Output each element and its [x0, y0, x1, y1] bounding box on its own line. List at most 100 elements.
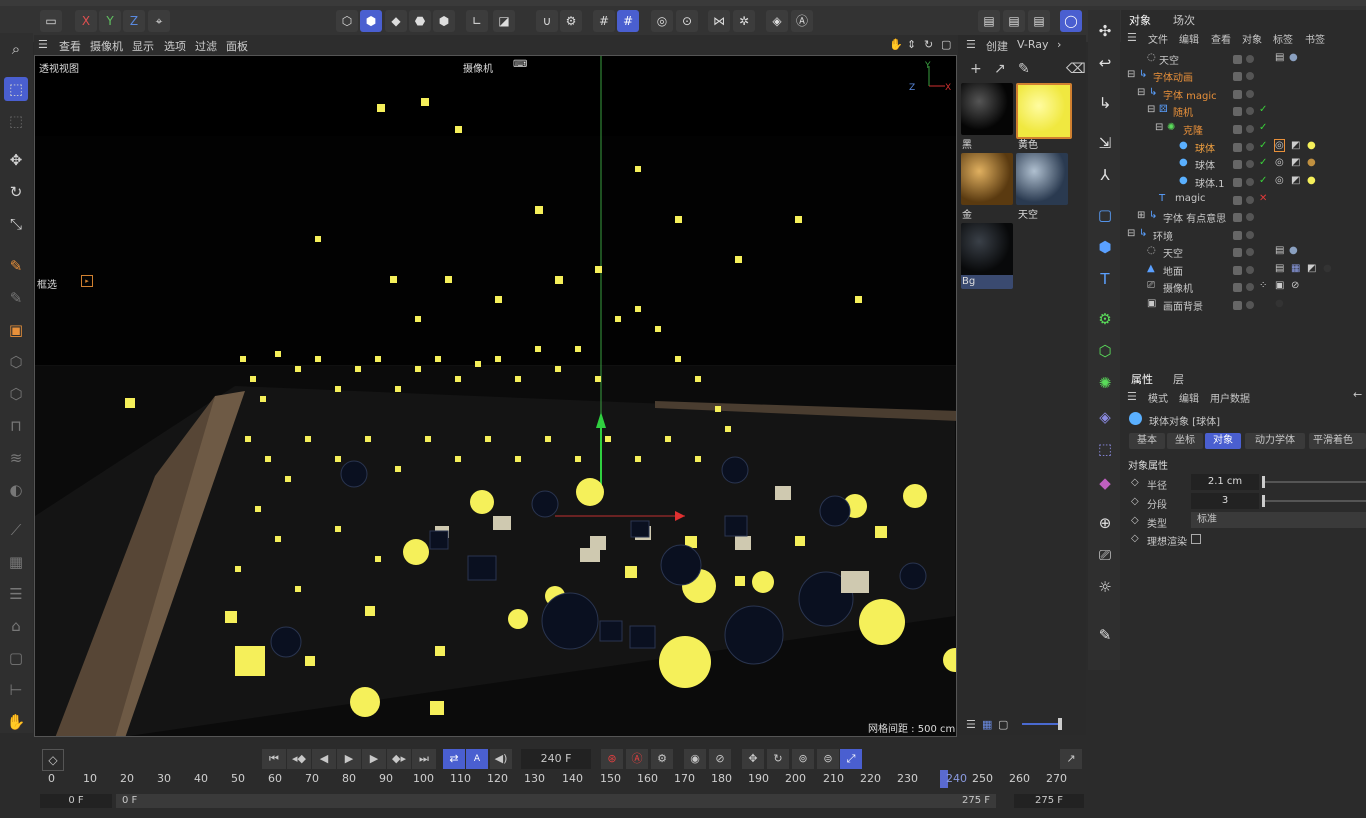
poly-mode-icon[interactable]: ⬢ [433, 10, 455, 32]
fps-icon[interactable]: A [466, 749, 488, 769]
cube-icon[interactable]: ⬡ [4, 350, 28, 374]
visibility-toggle[interactable] [1233, 248, 1242, 257]
pla-key-icon[interactable]: ⤢ [840, 749, 862, 769]
object-row[interactable]: T magic ✕ [1121, 191, 1366, 208]
grid-view-icon[interactable]: ▦ [982, 718, 992, 731]
phong-tag-icon[interactable]: ◎ [1274, 139, 1285, 152]
clapper-tag-icon[interactable]: ▤ [1275, 263, 1284, 274]
param-key-icon[interactable]: ⊜ [817, 749, 839, 769]
zoom-slider[interactable] [1022, 723, 1060, 725]
object-row[interactable]: ▣ 画面背景 ● [1121, 296, 1366, 313]
tab-object[interactable]: 对象 [1205, 433, 1241, 449]
diamond-icon[interactable]: ◇ [1131, 496, 1139, 507]
live-select-icon[interactable]: ⬚ [4, 109, 28, 133]
axis-y-toggle[interactable]: Y [99, 10, 121, 32]
effector-icon[interactable]: ✲ [733, 10, 755, 32]
film-icon[interactable]: ▭ [40, 10, 62, 32]
timeline-ruler[interactable]: 0 10 20 30 40 50 60 70 80 90 100 110 120… [34, 770, 1086, 794]
magnet-icon[interactable]: ∪ [536, 10, 558, 32]
loop-icon[interactable]: ⇄ [443, 749, 465, 769]
large-view-icon[interactable]: ▢ [998, 718, 1008, 731]
render-dot[interactable] [1246, 266, 1254, 274]
segments-field[interactable]: 3 [1191, 493, 1259, 509]
model-mode-icon[interactable]: ⬡ [336, 10, 358, 32]
visibility-toggle[interactable] [1233, 196, 1242, 205]
tab-smoothing[interactable]: 平滑着色 [1309, 433, 1366, 449]
uv-tag-icon[interactable]: ◩ [1291, 175, 1300, 186]
grid-snap-icon[interactable]: # [593, 10, 615, 32]
material-tag-icon[interactable]: ● [1307, 140, 1316, 151]
select-tool-icon[interactable]: ⬚ [4, 77, 28, 101]
next-key-icon[interactable]: ◆▸ [387, 749, 411, 769]
object-row[interactable]: ⊞ ↳ 字体 有点意思 [1121, 208, 1366, 225]
collapse-icon[interactable]: ⊟ [1127, 228, 1135, 239]
clapper-icon[interactable]: ▤ [978, 10, 1000, 32]
tab-attributes[interactable]: 属性 [1131, 371, 1153, 387]
attr-menu-icon[interactable]: ☰ [1127, 390, 1137, 403]
plane-icon[interactable]: ▢ [1092, 202, 1118, 228]
object-row[interactable]: ⊟ ⚄ 随机 ✓ [1121, 102, 1366, 119]
move-tool-icon[interactable]: ✥ [4, 148, 28, 172]
render-dot[interactable] [1246, 107, 1254, 115]
material-menu-create[interactable]: 创建 [986, 38, 1008, 54]
pan-icon[interactable]: ✋ [889, 38, 903, 51]
zoom-icon[interactable]: ⇕ [907, 38, 916, 51]
tab-dynamics[interactable]: 动力学体 [1245, 433, 1305, 449]
tab-basic[interactable]: 基本 [1129, 433, 1165, 449]
move-key-icon[interactable]: ✥ [742, 749, 764, 769]
axis-x-toggle[interactable]: X [75, 10, 97, 32]
poly-pen-icon[interactable]: ▣ [4, 318, 28, 342]
uv-tag-icon[interactable]: ◩ [1291, 140, 1300, 151]
tab-layers[interactable]: 层 [1173, 371, 1184, 387]
material-sky[interactable] [1016, 153, 1068, 205]
spline-icon[interactable]: ↩ [1092, 50, 1118, 76]
object-row[interactable]: ◌ 天空 ▤ ● [1121, 243, 1366, 260]
diamond-icon[interactable]: ◇ [1131, 515, 1139, 526]
object-row[interactable]: ⊟ ✺ 克隆 ✓ [1121, 120, 1366, 137]
texture-mode-icon[interactable]: ◪ [493, 10, 515, 32]
iron-icon[interactable]: ⌂ [4, 614, 28, 638]
pos-key-icon[interactable]: ⊘ [709, 749, 731, 769]
visibility-toggle[interactable] [1233, 107, 1242, 116]
axis-z-toggle[interactable]: Z [123, 10, 145, 32]
arrow-icon[interactable]: ↗ [994, 61, 1006, 77]
protect-tag-icon[interactable]: ⊘ [1291, 280, 1299, 291]
grid-snap-active-icon[interactable]: # [617, 10, 639, 32]
material-tag-icon[interactable]: ● [1323, 263, 1332, 274]
clapper-play-icon[interactable]: ▤ [1003, 10, 1025, 32]
nurbs-icon[interactable]: ↳ [1092, 90, 1118, 116]
attr-menu-mode[interactable]: 模式 [1148, 390, 1168, 405]
collapse-icon[interactable]: ⊟ [1137, 87, 1145, 98]
obj-menu-object[interactable]: 对象 [1242, 31, 1262, 46]
render-dot[interactable] [1246, 301, 1254, 309]
mograph-icon[interactable]: ⬡ [1092, 338, 1118, 364]
render-dot[interactable] [1246, 90, 1254, 98]
material-menu-icon[interactable]: ☰ [966, 38, 976, 51]
weld-icon[interactable]: ▢ [4, 646, 28, 670]
menu-display[interactable]: 显示 [132, 38, 154, 54]
object-menu-icon[interactable]: ☰ [1127, 31, 1137, 44]
stack-icon[interactable]: ☰ [4, 582, 28, 606]
render-dot[interactable] [1246, 231, 1254, 239]
visibility-toggle[interactable] [1233, 125, 1242, 134]
bridge-icon[interactable]: ⊓ [4, 414, 28, 438]
coord-icon[interactable]: ⌖ [148, 10, 170, 32]
deformer-icon[interactable]: ◈ [766, 10, 788, 32]
check-icon[interactable]: ✓ [1259, 122, 1267, 133]
diamond-icon[interactable]: ◇ [1131, 477, 1139, 488]
segments-slider[interactable] [1263, 500, 1366, 502]
object-row[interactable]: ⎚ 摄像机 ⁘ ▣ ⊘ [1121, 278, 1366, 295]
visibility-toggle[interactable] [1233, 72, 1242, 81]
render-dot[interactable] [1246, 196, 1254, 204]
add-icon[interactable]: + [970, 61, 982, 77]
diamond-icon[interactable]: ◇ [1131, 533, 1139, 544]
render-icon[interactable]: ◎ [651, 10, 673, 32]
null-icon[interactable]: ✣ [1092, 18, 1118, 44]
menu-filter[interactable]: 过滤 [195, 38, 217, 54]
material-tag-icon[interactable]: ● [1289, 52, 1298, 63]
material-gold[interactable] [961, 153, 1013, 205]
scale-tool-icon[interactable]: ⤡ [4, 212, 28, 236]
visibility-toggle[interactable] [1233, 55, 1242, 64]
chevron-right-icon[interactable]: › [1057, 38, 1061, 51]
render-dot[interactable] [1246, 178, 1254, 186]
